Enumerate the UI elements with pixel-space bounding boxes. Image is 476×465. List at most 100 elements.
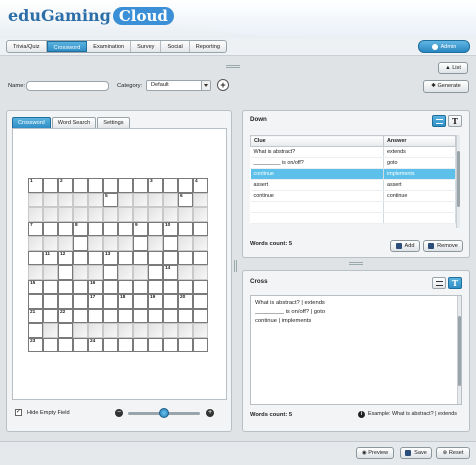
grid-cell[interactable]	[193, 236, 208, 251]
grid-cell[interactable]	[193, 294, 208, 309]
table-row[interactable]: What is abstract? extends	[250, 146, 456, 158]
grid-cell[interactable]	[58, 192, 73, 207]
zoom-out-button[interactable]: −	[115, 409, 123, 417]
grid-cell[interactable]	[193, 265, 208, 280]
grid-cell[interactable]	[103, 323, 118, 338]
grid-cell[interactable]	[103, 178, 118, 193]
tab-survey[interactable]: Survey	[131, 41, 162, 52]
grid-cell[interactable]	[73, 178, 88, 193]
grid-cell[interactable]	[103, 236, 118, 251]
grid-cell[interactable]	[88, 308, 103, 323]
category-select[interactable]: Default	[146, 80, 211, 91]
grid-cell[interactable]	[133, 250, 148, 265]
grid-cell[interactable]	[148, 207, 163, 222]
tab-word-search[interactable]: Word Search	[51, 117, 97, 128]
grid-cell[interactable]: 10	[163, 221, 178, 236]
grid-cell[interactable]: 16	[88, 279, 103, 294]
grid-cell[interactable]	[193, 207, 208, 222]
reset-button[interactable]: ⊗ Reset	[436, 447, 470, 459]
grid-cell[interactable]: 13	[103, 250, 118, 265]
grid-cell[interactable]: 12	[58, 250, 73, 265]
remove-button[interactable]: Remove	[423, 240, 463, 252]
grid-cell[interactable]	[148, 279, 163, 294]
grid-cell[interactable]: 17	[88, 294, 103, 309]
grid-cell[interactable]	[88, 323, 103, 338]
cross-text-area[interactable]: What is abstract? | extends _________ is…	[250, 295, 462, 405]
zoom-slider-knob[interactable]	[159, 408, 169, 418]
grid-cell[interactable]	[148, 323, 163, 338]
grid-cell[interactable]	[133, 207, 148, 222]
grid-cell[interactable]	[118, 207, 133, 222]
scroll-thumb[interactable]	[457, 151, 460, 207]
grid-cell[interactable]: 3	[148, 178, 163, 193]
grid-cell[interactable]: 21	[28, 308, 43, 323]
grid-cell[interactable]	[58, 221, 73, 236]
grid-cell[interactable]	[193, 250, 208, 265]
grid-cell[interactable]	[73, 265, 88, 280]
grid-cell[interactable]	[73, 294, 88, 309]
crossword-grid[interactable]: 1 2 3 4 5 6 7 8 9 10 11 12 13 14 15 16 17 18 19 20 21 22 23 24	[28, 178, 208, 352]
grid-cell[interactable]: 9	[133, 221, 148, 236]
grid-cell[interactable]	[118, 178, 133, 193]
grid-cell[interactable]	[178, 221, 193, 236]
grid-cell[interactable]	[103, 279, 118, 294]
grid-cell[interactable]	[28, 207, 43, 222]
grid-cell[interactable]	[133, 294, 148, 309]
grid-cell[interactable]	[73, 236, 88, 251]
grid-cell[interactable]	[193, 308, 208, 323]
grid-cell[interactable]	[118, 221, 133, 236]
zoom-in-button[interactable]: +	[206, 409, 214, 417]
horizontal-splitter[interactable]	[349, 262, 363, 265]
admin-button[interactable]: Admin	[418, 40, 470, 53]
grid-cell[interactable]	[28, 294, 43, 309]
grid-cell[interactable]	[73, 207, 88, 222]
grid-cell[interactable]	[163, 250, 178, 265]
grid-cell[interactable]	[178, 207, 193, 222]
grid-cell[interactable]	[118, 250, 133, 265]
vertical-splitter[interactable]	[234, 260, 237, 272]
grid-cell[interactable]	[148, 265, 163, 280]
grid-cell[interactable]: 11	[43, 250, 58, 265]
grid-cell[interactable]: 6	[178, 192, 193, 207]
grid-cell[interactable]	[73, 279, 88, 294]
grid-cell[interactable]	[163, 294, 178, 309]
grid-cell[interactable]: 18	[118, 294, 133, 309]
grid-cell[interactable]: 4	[193, 178, 208, 193]
grid-cell[interactable]	[28, 236, 43, 251]
grid-cell[interactable]	[178, 178, 193, 193]
grid-cell[interactable]	[148, 236, 163, 251]
grid-cell[interactable]	[178, 250, 193, 265]
grid-cell[interactable]	[88, 250, 103, 265]
grid-cell[interactable]	[148, 308, 163, 323]
grid-cell[interactable]	[88, 207, 103, 222]
grid-cell[interactable]	[103, 207, 118, 222]
grid-cell[interactable]: 7	[28, 221, 43, 236]
grid-cell[interactable]	[118, 192, 133, 207]
grid-cell[interactable]	[103, 265, 118, 280]
grid-cell[interactable]	[133, 279, 148, 294]
grid-cell[interactable]	[118, 279, 133, 294]
grid-cell[interactable]	[193, 221, 208, 236]
grid-cell[interactable]	[133, 265, 148, 280]
grid-cell[interactable]	[58, 337, 73, 352]
grid-cell[interactable]	[73, 250, 88, 265]
grid-cell[interactable]	[148, 221, 163, 236]
list-view-button[interactable]	[432, 115, 446, 127]
grid-cell[interactable]: 22	[58, 308, 73, 323]
grid-cell[interactable]	[73, 192, 88, 207]
grid-cell[interactable]	[43, 192, 58, 207]
grid-cell[interactable]	[133, 323, 148, 338]
tab-crossword[interactable]: Crossword	[46, 41, 88, 52]
table-row[interactable]: assert assert	[250, 179, 456, 191]
grid-cell[interactable]	[43, 236, 58, 251]
preview-button[interactable]: ◉ Preview	[356, 447, 394, 459]
grid-cell[interactable]	[73, 308, 88, 323]
grid-cell[interactable]	[43, 308, 58, 323]
name-input[interactable]	[26, 81, 109, 91]
grid-cell[interactable]	[193, 323, 208, 338]
grid-cell[interactable]: 15	[28, 279, 43, 294]
grid-cell[interactable]	[163, 323, 178, 338]
grid-cell[interactable]: 5	[103, 192, 118, 207]
grid-cell[interactable]	[88, 265, 103, 280]
grid-cell[interactable]	[88, 236, 103, 251]
